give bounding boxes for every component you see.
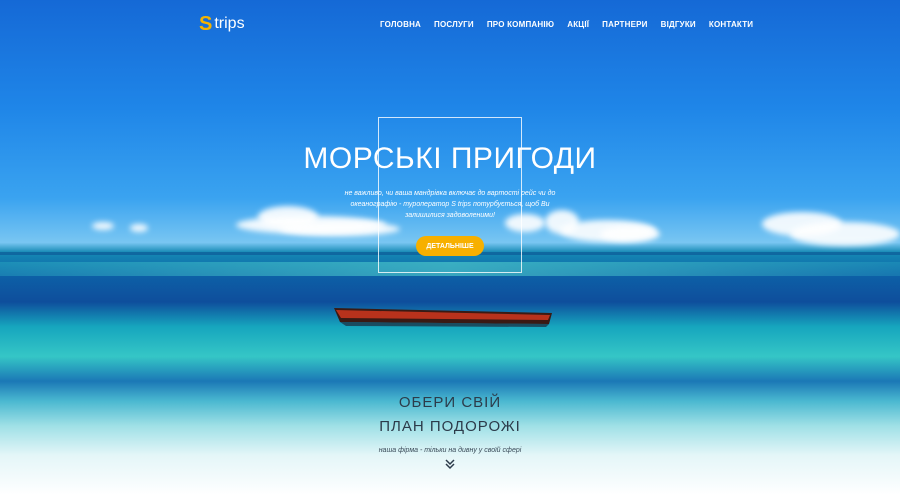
- main-nav: ГОЛОВНА ПОСЛУГИ ПРО КОМПАНІЮ АКЦІЇ ПАРТН…: [380, 20, 753, 29]
- boat-image: [334, 308, 552, 327]
- nav-item-promotions[interactable]: АКЦІЇ: [567, 20, 589, 29]
- logo-mark: S: [199, 13, 213, 35]
- nav-item-contacts[interactable]: КОНТАКТИ: [709, 20, 753, 29]
- nav-item-services[interactable]: ПОСЛУГИ: [434, 20, 474, 29]
- hero-subtitle: не важливо, чи ваша мандрівка включає до…: [344, 190, 556, 219]
- plan-heading-line2: ПЛАН ПОДОРОЖІ: [379, 418, 521, 435]
- nav-item-home[interactable]: ГОЛОВНА: [380, 20, 421, 29]
- cloud: [130, 224, 148, 232]
- logo-text: trips: [214, 15, 245, 32]
- cloud: [600, 226, 660, 242]
- hero-title: МОРСЬКІ ПРИГОДИ: [303, 142, 597, 175]
- nav-item-about[interactable]: ПРО КОМПАНІЮ: [487, 20, 554, 29]
- plan-tagline: наша фірма - тільки на дивну у своїй сфе…: [378, 447, 522, 454]
- cloud: [790, 222, 900, 246]
- nav-item-partners[interactable]: ПАРТНЕРИ: [602, 20, 647, 29]
- cloud: [92, 222, 114, 230]
- hero-page: S trips ГОЛОВНА ПОСЛУГИ ПРО КОМПАНІЮ АКЦ…: [0, 0, 900, 495]
- chevron-down-icon[interactable]: [444, 458, 456, 470]
- details-button[interactable]: ДЕТАЛЬНІШЕ: [416, 236, 484, 256]
- logo[interactable]: S trips: [199, 14, 245, 34]
- nav-item-reviews[interactable]: ВІДГУКИ: [661, 20, 696, 29]
- plan-heading-line1: ОБЕРИ СВІЙ: [398, 394, 502, 411]
